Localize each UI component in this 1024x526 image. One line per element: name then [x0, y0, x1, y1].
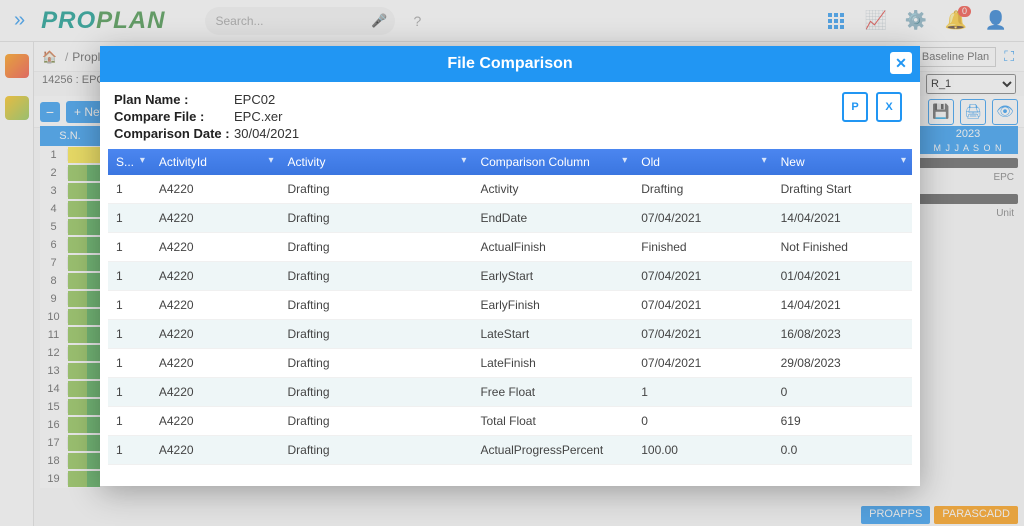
table-row[interactable]: 1A4220DraftingEarlyFinish07/04/202114/04…	[108, 291, 912, 320]
col-comparison[interactable]: Comparison Column▾	[472, 149, 633, 175]
filter-icon: ▾	[268, 155, 273, 166]
table-row[interactable]: 1A4220DraftingEarlyStart07/04/202101/04/…	[108, 262, 912, 291]
col-activity[interactable]: Activity▾	[280, 149, 473, 175]
col-old[interactable]: Old▾	[633, 149, 772, 175]
col-new[interactable]: New▾	[773, 149, 912, 175]
compare-file-label: Compare File :	[114, 109, 234, 124]
filter-icon: ▾	[461, 155, 466, 166]
filter-icon: ▾	[622, 155, 627, 166]
comparison-table-wrap[interactable]: S...▾ ActivityId▾ Activity▾ Comparison C…	[108, 149, 912, 476]
table-row[interactable]: 1A4220DraftingLateFinish07/04/202129/08/…	[108, 349, 912, 378]
filter-icon: ▾	[901, 155, 906, 166]
plan-name-label: Plan Name :	[114, 92, 234, 107]
table-row[interactable]: 1A4220DraftingActualProgressPercent100.0…	[108, 436, 912, 465]
table-row[interactable]: 1A4220DraftingLateStart07/04/202116/08/2…	[108, 320, 912, 349]
table-row[interactable]: 1A4220DraftingActivityDraftingDrafting S…	[108, 175, 912, 204]
compare-file-value: EPC.xer	[234, 109, 282, 124]
comparison-date-value: 30/04/2021	[234, 126, 299, 141]
table-row[interactable]: 1A4220DraftingFree Float10	[108, 378, 912, 407]
file-comparison-modal: File Comparison ✕ Plan Name :EPC02 Compa…	[100, 46, 920, 486]
col-activityid[interactable]: ActivityId▾	[151, 149, 280, 175]
modal-title: File Comparison	[447, 55, 572, 73]
export-excel-button[interactable]: X	[876, 92, 902, 122]
modal-info: Plan Name :EPC02 Compare File :EPC.xer C…	[100, 82, 920, 149]
col-sn[interactable]: S...▾	[108, 149, 151, 175]
table-header-row: S...▾ ActivityId▾ Activity▾ Comparison C…	[108, 149, 912, 175]
modal-header: File Comparison ✕	[100, 46, 920, 82]
table-row[interactable]: 1A4220DraftingEndDate07/04/202114/04/202…	[108, 204, 912, 233]
close-icon[interactable]: ✕	[890, 52, 912, 74]
plan-name-value: EPC02	[234, 92, 275, 107]
table-row[interactable]: 1A4220DraftingTotal Float0619	[108, 407, 912, 436]
export-pdf-button[interactable]: P	[842, 92, 868, 122]
comparison-date-label: Comparison Date :	[114, 126, 234, 141]
table-row[interactable]: 1A4220DraftingActualFinishFinishedNot Fi…	[108, 233, 912, 262]
filter-icon: ▾	[140, 155, 145, 166]
filter-icon: ▾	[762, 155, 767, 166]
comparison-table: S...▾ ActivityId▾ Activity▾ Comparison C…	[108, 149, 912, 465]
